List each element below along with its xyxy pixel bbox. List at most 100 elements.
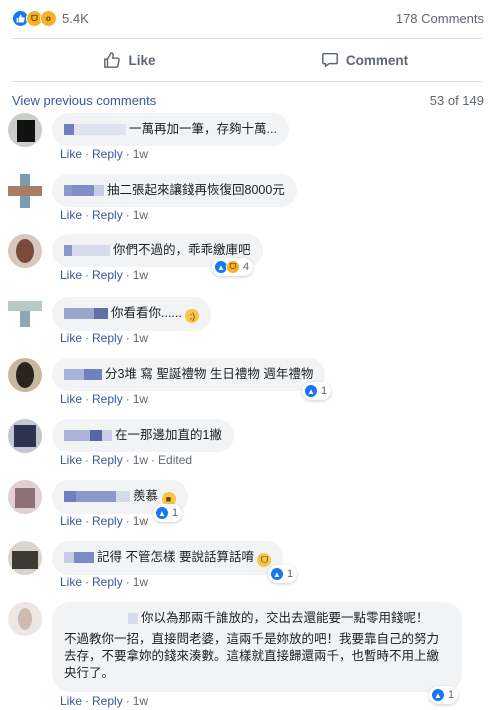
avatar[interactable] bbox=[8, 541, 42, 575]
like-icon: ▲ bbox=[304, 384, 318, 398]
comment-reply-link[interactable]: Reply bbox=[92, 392, 123, 406]
avatar[interactable] bbox=[8, 174, 42, 208]
comment-like-link[interactable]: Like bbox=[60, 514, 82, 528]
avatar[interactable] bbox=[8, 234, 42, 268]
wink-emoji: ;) bbox=[185, 309, 200, 323]
comment-text: 不過教你一招，直接問老婆，這兩千是妳放的吧！我要靠自己的努力去存，不要拿妳的錢來… bbox=[64, 632, 440, 680]
comment-meta: Like · Reply · 1w bbox=[60, 208, 149, 222]
reaction-count: 1 bbox=[321, 385, 328, 397]
comment-like-link[interactable]: Like bbox=[60, 453, 82, 467]
comment-meta: Like · Reply · 1w · Edited bbox=[60, 453, 193, 467]
comment-button-label: Comment bbox=[345, 52, 409, 68]
comment-text: 分3堆 寫 聖誕禮物 生日禮物 週年禮物 bbox=[105, 367, 314, 381]
like-icon: ▲ bbox=[270, 567, 284, 581]
comment-reply-link[interactable]: Reply bbox=[92, 453, 123, 467]
comment-time[interactable]: 1w bbox=[133, 694, 148, 708]
comment-text: 在一那邊加直的1撇 bbox=[115, 428, 222, 442]
reaction-count: 4 bbox=[243, 261, 250, 273]
avatar[interactable] bbox=[8, 602, 42, 636]
author-name-blurred[interactable] bbox=[64, 185, 104, 197]
reaction-count: 1 bbox=[448, 689, 455, 701]
avatar[interactable] bbox=[8, 419, 42, 453]
comment-like-link[interactable]: Like bbox=[60, 208, 82, 222]
comment-button[interactable]: Comment bbox=[247, 39, 482, 81]
like-button-label: Like bbox=[128, 52, 156, 68]
comments-pager: 53 of 149 bbox=[429, 93, 484, 108]
comment-text: 羨慕 bbox=[133, 489, 159, 503]
author-name-blurred[interactable] bbox=[64, 552, 94, 564]
comment-reply-link[interactable]: Reply bbox=[92, 208, 123, 222]
comment-bubble: 抽二張起來讓錢再恢復回8000元 bbox=[52, 174, 297, 207]
comment-reactions-badge[interactable]: ▲ ᗜ 4 bbox=[212, 258, 254, 276]
comment-like-link[interactable]: Like bbox=[60, 331, 82, 345]
comment-meta: Like · Reply · 1w bbox=[60, 331, 149, 345]
comment-time[interactable]: 1w bbox=[133, 453, 148, 467]
comment-reply-link[interactable]: Reply bbox=[92, 331, 123, 345]
comment-reply-link[interactable]: Reply bbox=[92, 514, 123, 528]
author-name-blurred[interactable] bbox=[64, 124, 126, 136]
comment-like-link[interactable]: Like bbox=[60, 575, 82, 589]
reactions-summary: ᗜ o 5.4K 178 Comments bbox=[0, 0, 494, 38]
reaction-count[interactable]: 5.4K bbox=[62, 11, 89, 26]
comment-meta: Like · Reply · 1w bbox=[60, 514, 149, 528]
like-icon: ▲ bbox=[431, 688, 445, 702]
comment-text: 抽二張起來讓錢再恢復回8000元 bbox=[107, 183, 285, 197]
comment-bubble: 記得 不管怎樣 要說話算話唷 ᗜ bbox=[52, 541, 284, 575]
comment-text: 你們不過的，乖乖繳庫吧 bbox=[113, 243, 251, 257]
comment-bubble: 你看看你...... ;) bbox=[52, 297, 212, 331]
author-name-blurred[interactable] bbox=[64, 430, 112, 442]
author-name-blurred[interactable] bbox=[64, 308, 108, 320]
like-icon: ▲ bbox=[155, 506, 169, 520]
comment-reactions-badge[interactable]: ▲ 1 bbox=[153, 504, 183, 522]
comment-reactions-badge[interactable]: ▲ 1 bbox=[429, 686, 459, 704]
comment-time[interactable]: 1w bbox=[133, 392, 148, 406]
like-button[interactable]: Like bbox=[12, 39, 247, 81]
edited-label[interactable]: Edited bbox=[158, 453, 192, 467]
comment-time[interactable]: 1w bbox=[133, 208, 148, 222]
view-previous-comments-link[interactable]: View previous comments bbox=[12, 93, 156, 108]
comment-reply-link[interactable]: Reply bbox=[92, 575, 123, 589]
comment-time[interactable]: 1w bbox=[133, 331, 148, 345]
comment-like-link[interactable]: Like bbox=[60, 392, 82, 406]
comment-bubble: 在一那邊加直的1撇 bbox=[52, 419, 234, 452]
thumbs-up-icon bbox=[104, 52, 121, 68]
comment-reply-link[interactable]: Reply bbox=[92, 147, 123, 161]
comment-text-first-line: 你以為那兩千誰放的，交出去還能要一點零用錢呢！ bbox=[141, 611, 429, 625]
comment-time[interactable]: 1w bbox=[133, 147, 148, 161]
reactions-icons[interactable]: ᗜ o 5.4K bbox=[12, 10, 89, 27]
comment-time[interactable]: 1w bbox=[133, 575, 148, 589]
author-name-blurred[interactable] bbox=[64, 369, 102, 381]
comment-meta: Like · Reply · 1w bbox=[60, 694, 149, 708]
comment-like-link[interactable]: Like bbox=[60, 694, 82, 708]
author-name-blurred[interactable] bbox=[128, 613, 138, 625]
comment-text: 一萬再加一筆，存夠十萬... bbox=[129, 122, 277, 136]
haha-icon: ᗜ bbox=[226, 260, 240, 274]
comment-text: 你看看你...... bbox=[111, 306, 182, 320]
comment-meta: Like · Reply · 1w bbox=[60, 268, 149, 282]
comments-count[interactable]: 178 Comments bbox=[396, 11, 484, 26]
reaction-count: 1 bbox=[172, 507, 179, 519]
laugh-emoji: ᗜ bbox=[257, 553, 272, 567]
comment-meta: Like · Reply · 1w bbox=[60, 575, 149, 589]
comment-time[interactable]: 1w bbox=[133, 268, 148, 282]
avatar[interactable] bbox=[8, 297, 42, 331]
comment-reply-link[interactable]: Reply bbox=[92, 694, 123, 708]
avatar[interactable] bbox=[8, 358, 42, 392]
avatar[interactable] bbox=[8, 113, 42, 147]
comment-bubble: 你以為那兩千誰放的，交出去還能要一點零用錢呢！ 不過教你一招，直接問老婆，這兩千… bbox=[52, 602, 462, 692]
wow-icon: o bbox=[40, 10, 57, 27]
comment-time[interactable]: 1w bbox=[133, 514, 148, 528]
reaction-count: 1 bbox=[287, 568, 294, 580]
comment-like-link[interactable]: Like bbox=[60, 147, 82, 161]
author-name-blurred[interactable] bbox=[64, 245, 110, 257]
comment-bubble: 一萬再加一筆，存夠十萬... bbox=[52, 113, 289, 146]
action-bar: Like Comment bbox=[12, 38, 482, 82]
comment-reactions-badge[interactable]: ▲ 1 bbox=[302, 382, 332, 400]
comment-like-link[interactable]: Like bbox=[60, 268, 82, 282]
comment-reply-link[interactable]: Reply bbox=[92, 268, 123, 282]
comment-meta: Like · Reply · 1w bbox=[60, 147, 149, 161]
comment-reactions-badge[interactable]: ▲ 1 bbox=[268, 565, 298, 583]
avatar[interactable] bbox=[8, 480, 42, 514]
comment-text: 記得 不管怎樣 要說話算話唷 bbox=[97, 550, 254, 564]
author-name-blurred[interactable] bbox=[64, 491, 130, 503]
